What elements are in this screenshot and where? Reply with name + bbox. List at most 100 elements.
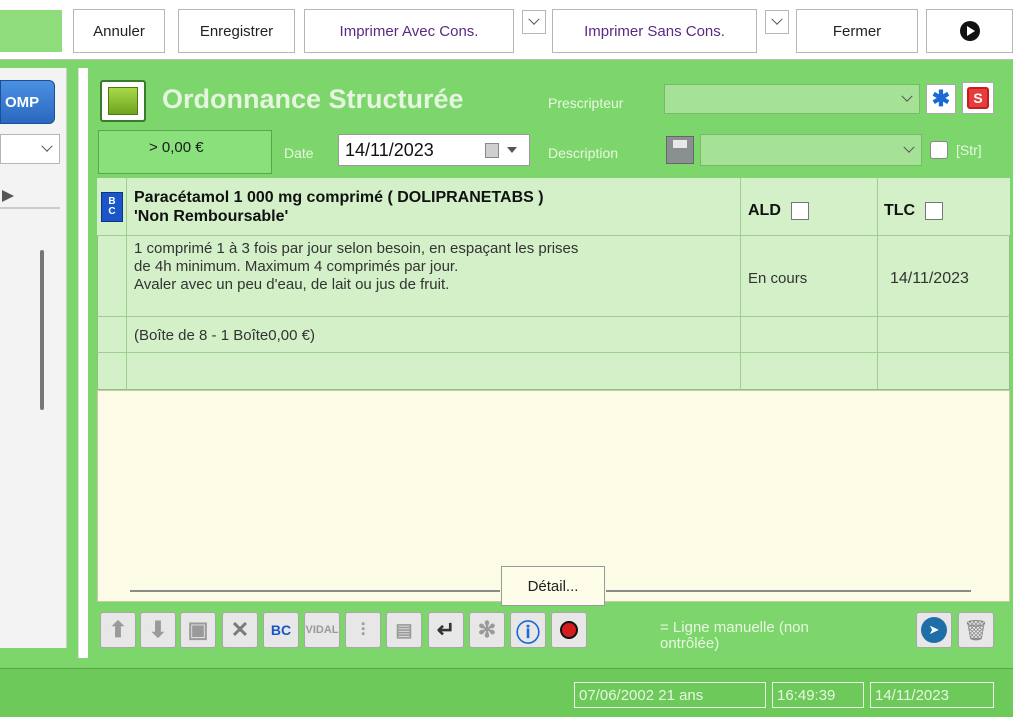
print-with-dropdown[interactable] xyxy=(522,10,546,34)
patient-birth-status: 07/06/2002 21 ans xyxy=(574,682,766,708)
status-cell[interactable]: En cours xyxy=(748,270,807,287)
move-up-button[interactable]: ⬆ xyxy=(100,612,136,648)
record-icon xyxy=(560,621,578,639)
ald-label: ALD xyxy=(748,202,781,219)
date-label: Date xyxy=(284,145,314,161)
split-icon: ⫶ xyxy=(360,619,366,640)
gear-icon: ✻ xyxy=(477,617,497,642)
splitter[interactable] xyxy=(78,68,88,658)
cancel-button[interactable]: Annuler xyxy=(73,9,165,53)
top-toolbar: Annuler Enregistrer Imprimer Avec Cons. … xyxy=(0,0,1013,60)
grid-divider xyxy=(97,316,1010,317)
posology-line: 1 comprimé 1 à 3 fois par jour selon bes… xyxy=(134,240,579,257)
next-button[interactable] xyxy=(926,9,1013,53)
asterisk-button[interactable]: ✱ xyxy=(926,84,956,114)
posology-line: de 4h minimum. Maximum 4 comprimés par j… xyxy=(134,258,459,275)
form-icon: ▤ xyxy=(395,619,413,640)
posology-cell[interactable]: 1 comprimé 1 à 3 fois par jour selon bes… xyxy=(134,240,734,294)
return-button[interactable]: ↵ xyxy=(428,612,464,648)
info-button[interactable]: ⓘ xyxy=(510,612,546,648)
return-icon: ↵ xyxy=(436,617,456,642)
chevron-down-icon xyxy=(41,140,53,152)
splitter-line[interactable] xyxy=(606,590,971,592)
drug-name-line2: 'Non Remboursable' xyxy=(134,208,289,225)
prescriber-label: Prescripteur xyxy=(548,95,624,111)
description-select[interactable] xyxy=(700,134,922,166)
trash-icon: 🗑 xyxy=(963,619,989,642)
expand-arrow-icon[interactable] xyxy=(2,190,14,202)
exit-icon xyxy=(959,21,980,41)
chevron-down-icon xyxy=(528,13,540,25)
tlc-label: TLC xyxy=(884,202,916,219)
time-status: 16:49:39 xyxy=(772,682,864,708)
left-scrollbar[interactable] xyxy=(40,250,44,410)
close-button[interactable]: Fermer xyxy=(796,9,918,53)
comp-button[interactable]: OMP xyxy=(0,80,55,124)
print-without-dropdown[interactable] xyxy=(765,10,789,34)
move-down-button[interactable]: ⬇ xyxy=(140,612,176,648)
print-with-button[interactable]: Imprimer Avec Cons. xyxy=(304,9,514,53)
manual-line-button[interactable] xyxy=(551,612,587,648)
legend-line1: = Ligne manuelle (non xyxy=(660,619,809,636)
date-status: 14/11/2023 xyxy=(870,682,994,708)
s-button[interactable]: S xyxy=(962,82,994,114)
date-picker[interactable]: 14/11/2023 xyxy=(338,134,530,166)
description-label: Description xyxy=(548,145,619,161)
split-button[interactable]: ⫶ xyxy=(345,612,381,648)
toolbar-status-block xyxy=(0,10,62,52)
grid-divider xyxy=(740,178,741,390)
ald-checkbox[interactable] xyxy=(790,202,809,220)
delete-line-button[interactable]: ✕ xyxy=(222,612,258,648)
left-combo[interactable] xyxy=(0,134,60,164)
tlc-header: TLC xyxy=(884,202,944,220)
chevron-down-icon xyxy=(901,90,913,102)
vidal-icon: VIDAL xyxy=(305,624,339,636)
vidal-button[interactable]: VIDAL xyxy=(304,612,340,648)
chevron-down-icon xyxy=(903,141,915,153)
chevron-down-icon xyxy=(771,13,783,25)
arrow-down-icon: ⬇ xyxy=(148,617,168,642)
floppy-disk-icon[interactable] xyxy=(666,136,694,164)
drug-db-icon: BC xyxy=(270,622,292,638)
posology-line: Avaler avec un peu d'eau, de lait ou jus… xyxy=(134,276,450,293)
drug-db-icon[interactable]: BC xyxy=(101,192,123,222)
str-checkbox[interactable] xyxy=(930,141,948,159)
prescriber-select[interactable] xyxy=(664,84,920,114)
asterisk-icon: ✱ xyxy=(931,86,951,111)
grid-divider xyxy=(126,178,127,390)
grid-divider xyxy=(97,352,1010,353)
manual-line-legend: = Ligne manuelle (non ontrôlée) xyxy=(660,620,809,652)
save-button[interactable]: Enregistrer xyxy=(178,9,295,53)
ald-header: ALD xyxy=(748,202,809,220)
tlc-checkbox[interactable] xyxy=(925,202,944,220)
amount-display: > 0,00 € xyxy=(98,130,272,174)
drug-name[interactable]: Paracétamol 1 000 mg comprimé ( DOLIPRAN… xyxy=(134,188,734,226)
calendar-icon xyxy=(485,143,499,158)
packaging-cell[interactable]: (Boîte de 8 - 1 Boîte0,00 €) xyxy=(134,327,315,344)
status-date-cell[interactable]: 14/11/2023 xyxy=(890,270,969,288)
str-label: [Str] xyxy=(956,142,982,158)
info-icon: ⓘ xyxy=(516,619,540,647)
send-button[interactable]: ➤ xyxy=(916,612,952,648)
splitter-line[interactable] xyxy=(130,590,500,592)
left-divider xyxy=(0,207,60,209)
s-badge-icon: S xyxy=(967,87,989,109)
drug-db-button[interactable]: BC xyxy=(263,612,299,648)
page-title: Ordonnance Structurée xyxy=(162,84,464,114)
grid-divider xyxy=(877,178,878,390)
trash-button[interactable]: 🗑 xyxy=(958,612,994,648)
prescription-status-icon[interactable] xyxy=(100,80,146,122)
print-without-button[interactable]: Imprimer Sans Cons. xyxy=(552,9,757,53)
edit-icon: ▣ xyxy=(187,617,209,642)
legend-line2: ontrôlée) xyxy=(660,635,720,652)
chevron-down-icon xyxy=(507,147,517,153)
form-button[interactable]: ▤ xyxy=(386,612,422,648)
gear-button[interactable]: ✻ xyxy=(469,612,505,648)
cross-icon: ✕ xyxy=(230,617,250,642)
arrow-up-icon: ⬆ xyxy=(108,617,128,642)
edit-button[interactable]: ▣ xyxy=(180,612,216,648)
date-value: 14/11/2023 xyxy=(345,139,434,160)
drug-name-line1: Paracétamol 1 000 mg comprimé ( DOLIPRAN… xyxy=(134,189,544,206)
detail-button[interactable]: Détail... xyxy=(501,566,605,606)
send-icon: ➤ xyxy=(921,617,947,643)
